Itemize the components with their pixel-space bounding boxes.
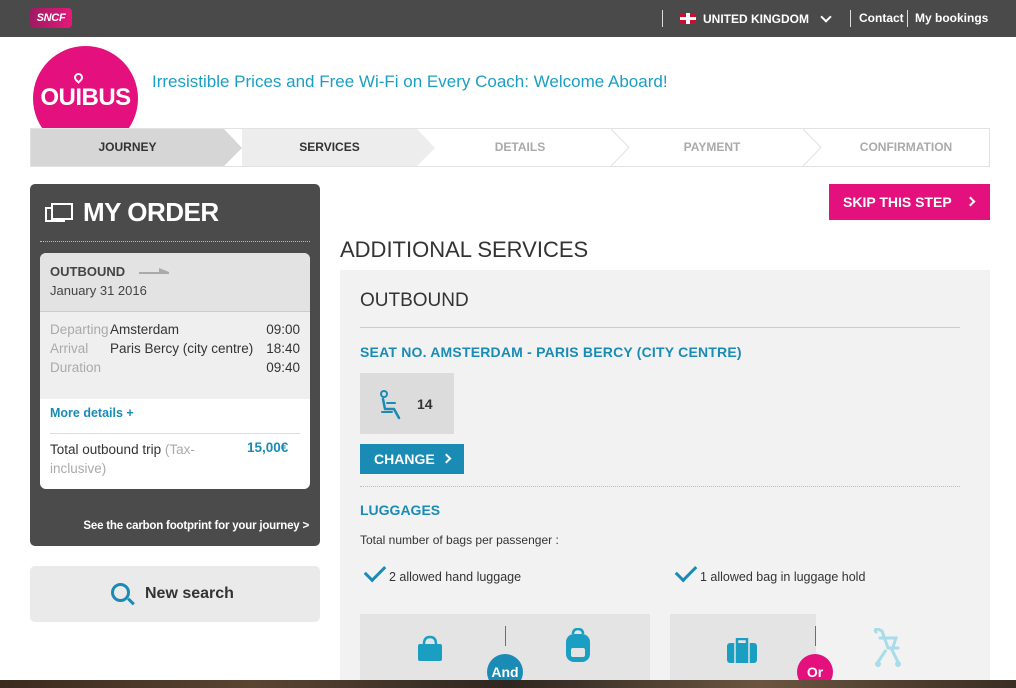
trip-card: OUTBOUND January 31 2016 Departing Amste… [40,253,310,489]
total-price: 15,00€ [247,440,289,455]
carbon-footprint-link[interactable]: See the carbon footprint for your journe… [83,520,309,532]
step-label: JOURNEY [98,140,157,154]
divider [360,486,960,487]
departing-label: Departing [50,322,109,337]
country-selector[interactable]: UNITED KINGDOM [680,0,832,37]
divider [662,10,663,27]
hand-luggage-card: And [360,614,650,688]
divider [50,433,300,434]
step-label: SERVICES [299,140,360,154]
step-arrow [417,129,435,166]
trip-date: January 31 2016 [50,283,147,298]
new-search-label: New search [145,585,234,602]
arrival-city: Paris Bercy (city centre) [110,341,254,356]
step-payment: PAYMENT [629,129,795,166]
chevron-right-icon [965,196,976,207]
background-image-strip [0,680,1016,688]
step-details: DETAILS [435,129,605,166]
divider [360,327,960,328]
arrow-icon [139,267,170,274]
luggage-subtitle: Total number of bags per passenger : [360,533,559,547]
header-tagline: Irresistible Prices and Free Wi-Fi on Ev… [152,72,668,91]
search-icon [111,583,130,602]
my-bookings-link[interactable]: My bookings [915,0,988,37]
step-services: SERVICES [242,129,417,166]
my-order-panel: MY ORDER OUTBOUND January 31 2016 Depart… [30,184,320,546]
skip-label: SKIP THIS STEP [843,194,952,210]
chevron-right-icon [441,453,452,464]
services-panel: OUTBOUND SEAT NO. AMSTERDAM - PARIS BERC… [340,270,990,688]
duration-label: Duration [50,360,102,375]
hold-luggage-allowance: 1 allowed bag in luggage hold [700,570,866,584]
order-header: MY ORDER [45,197,219,228]
section-title: OUTBOUND [360,290,469,311]
divider [907,10,908,27]
change-seat-button[interactable]: CHANGE [360,444,464,474]
divider [40,241,310,242]
hand-luggage-allowance: 2 allowed hand luggage [389,570,522,584]
order-title: MY ORDER [83,197,219,227]
more-details-link[interactable]: More details + [50,406,134,420]
trip-card-header: OUTBOUND January 31 2016 [40,253,310,312]
departing-time: 09:00 [266,322,300,337]
skip-step-button[interactable]: SKIP THIS STEP [829,184,990,220]
contact-link[interactable]: Contact [859,0,904,37]
seat-display: 14 [360,373,454,434]
total-label: Total outbound trip (Tax-inclusive) [50,440,210,478]
top-bar: SNCF UNITED KINGDOM Contact My bookings [0,0,1016,37]
connector-line [505,626,506,646]
arrival-time: 18:40 [266,341,300,356]
luggage-section-title: LUGGAGES [360,502,441,518]
uk-flag-icon [680,13,696,24]
trip-direction: OUTBOUND [50,264,126,279]
departing-city: Amsterdam [110,322,180,337]
trip-details: Departing Amsterdam 09:00 Arrival Paris … [40,312,310,399]
hold-luggage-card: Or [670,614,960,688]
step-arrow [224,129,242,166]
step-separator [611,129,630,166]
seat-number: 14 [417,396,433,412]
handbag-icon [418,635,442,661]
suitcase-icon [727,638,757,663]
step-journey[interactable]: JOURNEY [31,129,224,166]
backpack-icon [566,628,590,662]
page-title: ADDITIONAL SERVICES [340,237,589,262]
stroller-icon [873,628,901,667]
brand-name: OUIBUS [40,84,131,111]
check-icon [674,559,698,583]
location-pin-icon [72,71,85,84]
seat-icon [380,390,401,420]
step-confirmation: CONFIRMATION [823,129,989,166]
divider [850,10,851,27]
country-label: UNITED KINGDOM [703,11,809,26]
check-icon [363,559,387,583]
step-label: PAYMENT [683,140,741,154]
new-search-button[interactable]: New search [30,566,320,622]
seat-section-title: SEAT NO. AMSTERDAM - PARIS BERCY (CITY C… [360,344,742,360]
total-label-text: Total outbound trip [50,442,162,457]
duration-value: 09:40 [266,360,300,375]
step-label: DETAILS [494,140,546,154]
ticket-icon [45,202,73,223]
step-separator [803,129,822,166]
change-label: CHANGE [374,451,435,467]
connector-line [815,626,816,646]
step-label: CONFIRMATION [859,140,953,154]
chevron-down-icon [820,10,832,23]
booking-steps: JOURNEY SERVICES DETAILS PAYMENT CONFIRM… [30,128,990,167]
sncf-logo[interactable]: SNCF [30,8,72,28]
arrival-label: Arrival [50,341,89,356]
